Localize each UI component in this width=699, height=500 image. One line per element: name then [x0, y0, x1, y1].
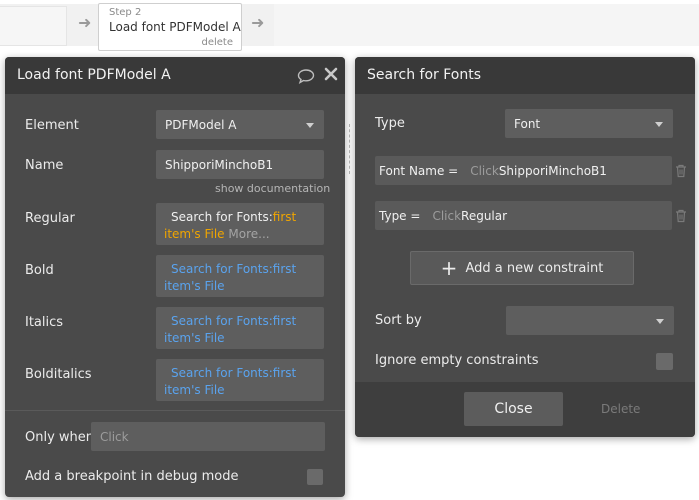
bolditalics-expr-line2[interactable]: item's File	[164, 382, 315, 399]
section-divider	[5, 410, 345, 411]
add-constraint-button[interactable]: + Add a new constraint	[410, 251, 634, 285]
italics-expr-line1[interactable]: Search for Fonts:first	[171, 313, 315, 330]
constraint-value[interactable]: ShipporiMinchoB1	[499, 164, 607, 178]
name-value: ShipporiMinchoB1	[165, 157, 274, 172]
panel-title: Search for Fonts	[367, 67, 482, 83]
arrow-right-icon: ➜	[78, 13, 92, 32]
sort-by-label: Sort by	[375, 313, 422, 328]
element-dropdown[interactable]: PDFModel A	[156, 110, 324, 139]
panel-title: Load font PDFModel A	[17, 67, 171, 83]
regular-expr-source[interactable]: Search for Fonts:	[171, 210, 273, 224]
action-property-editor: Load font PDFModel A Element PDFModel A …	[5, 57, 345, 497]
step-title: Load font PDFModel A	[109, 20, 241, 34]
breakpoint-label: Add a breakpoint in debug mode	[25, 469, 239, 484]
italics-label: Italics	[25, 315, 64, 330]
constraint-value[interactable]: Regular	[461, 209, 507, 223]
only-when-placeholder: Click	[100, 429, 129, 444]
show-documentation-link[interactable]: show documentation	[215, 182, 330, 195]
close-icon[interactable]	[324, 67, 338, 85]
bolditalics-expr-line1[interactable]: Search for Fonts:first	[171, 365, 315, 382]
search-editor: Search for Fonts Type Font Font Name = C…	[355, 57, 695, 437]
name-input[interactable]: ShipporiMinchoB1	[156, 150, 324, 179]
ignore-empty-label: Ignore empty constraints	[375, 353, 539, 368]
workflow-step-next[interactable]	[274, 4, 699, 46]
regular-label: Regular	[25, 211, 75, 226]
bold-expr-line1[interactable]: Search for Fonts:first	[171, 261, 315, 278]
regular-expr-op1[interactable]: first	[273, 210, 296, 224]
panel-header: Load font PDFModel A	[5, 57, 345, 94]
only-when-label: Only when	[25, 430, 95, 445]
constraint-click-hint[interactable]: Click	[470, 164, 499, 178]
panel-header: Search for Fonts	[355, 57, 695, 94]
bold-expression-field[interactable]: Search for Fonts:first item's File	[156, 255, 324, 297]
add-constraint-label: Add a new constraint	[465, 260, 604, 276]
chevron-down-icon	[306, 122, 314, 128]
constraint-row[interactable]: Type = Click Regular	[375, 201, 672, 230]
regular-expr-more[interactable]: More...	[228, 227, 269, 241]
element-value: PDFModel A	[165, 117, 237, 132]
element-label: Element	[25, 118, 79, 133]
bolditalics-expression-field[interactable]: Search for Fonts:first item's File	[156, 359, 324, 401]
breakpoint-checkbox[interactable]	[307, 469, 323, 485]
arrow-right-icon: ➜	[251, 13, 265, 32]
chevron-down-icon	[656, 318, 664, 324]
delete-button[interactable]: Delete	[601, 402, 640, 416]
bolditalics-label: Bolditalics	[25, 367, 92, 382]
bold-label: Bold	[25, 263, 54, 278]
constraint-click-hint[interactable]: Click	[432, 209, 461, 223]
type-value: Font	[514, 116, 541, 131]
workflow-step-card[interactable]: Step 2 Load font PDFModel A delete	[98, 3, 242, 51]
regular-expression-field[interactable]: Search for Fonts:first item's File More.…	[156, 203, 324, 245]
regular-expr-op2[interactable]: item's File	[164, 227, 225, 241]
constraint-field[interactable]: Type =	[379, 209, 420, 223]
type-dropdown[interactable]: Font	[505, 109, 673, 138]
bold-expr-line2[interactable]: item's File	[164, 278, 315, 295]
constraint-field[interactable]: Font Name =	[379, 164, 458, 178]
trash-icon[interactable]	[675, 164, 687, 178]
name-label: Name	[25, 158, 64, 173]
only-when-condition-field[interactable]: Click	[91, 422, 325, 451]
workflow-step-previous[interactable]	[0, 6, 67, 46]
italics-expr-line2[interactable]: item's File	[164, 330, 315, 347]
step-number: Step 2	[109, 7, 142, 18]
constraint-row[interactable]: Font Name = Click ShipporiMinchoB1	[375, 156, 672, 185]
close-button[interactable]: Close	[464, 392, 563, 426]
step-delete-link[interactable]: delete	[201, 37, 233, 48]
chevron-down-icon	[655, 121, 663, 127]
plus-icon: +	[440, 256, 458, 280]
ignore-empty-checkbox[interactable]	[656, 353, 673, 370]
trash-icon[interactable]	[675, 209, 687, 223]
type-label: Type	[375, 116, 405, 131]
comment-icon[interactable]	[297, 68, 315, 88]
close-button-label: Close	[494, 401, 533, 417]
sort-by-dropdown[interactable]	[506, 306, 674, 335]
italics-expression-field[interactable]: Search for Fonts:first item's File	[156, 307, 324, 349]
